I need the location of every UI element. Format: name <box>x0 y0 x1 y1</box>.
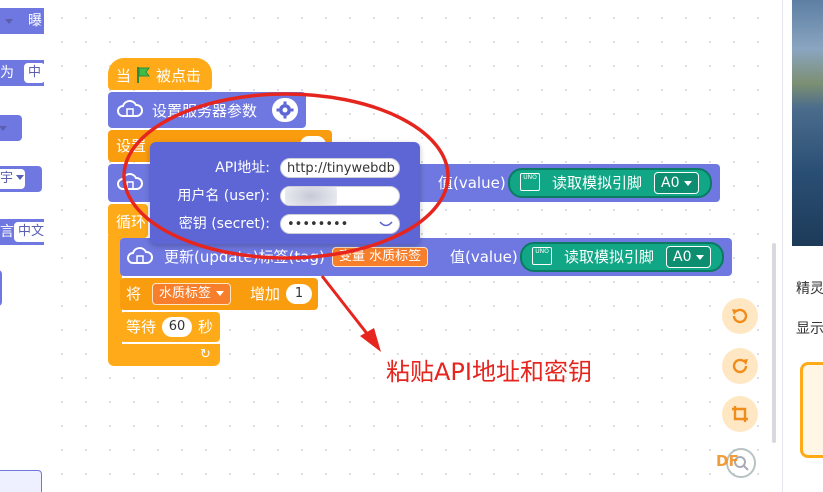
redo-button[interactable] <box>722 348 758 384</box>
display-tab-label[interactable]: 显示 <box>796 318 823 338</box>
annotation-ellipse <box>122 92 450 260</box>
undo-button[interactable] <box>722 298 758 334</box>
workspace-scrollbar[interactable] <box>772 243 776 443</box>
annotation-arrowhead <box>360 328 381 352</box>
crop-icon <box>732 406 748 422</box>
watermark: DF <box>716 452 739 470</box>
redo-icon <box>732 358 748 374</box>
sprite-tab-label[interactable]: 精灵 <box>796 278 823 298</box>
annotation-overlay <box>122 92 450 352</box>
annotation-arrow-line <box>320 275 374 341</box>
sprite-card[interactable] <box>800 362 823 458</box>
stage-preview-image <box>792 0 823 246</box>
crop-button[interactable] <box>722 396 758 432</box>
annotation-text: 粘贴API地址和密钥 <box>386 358 592 386</box>
undo-icon <box>732 308 748 324</box>
